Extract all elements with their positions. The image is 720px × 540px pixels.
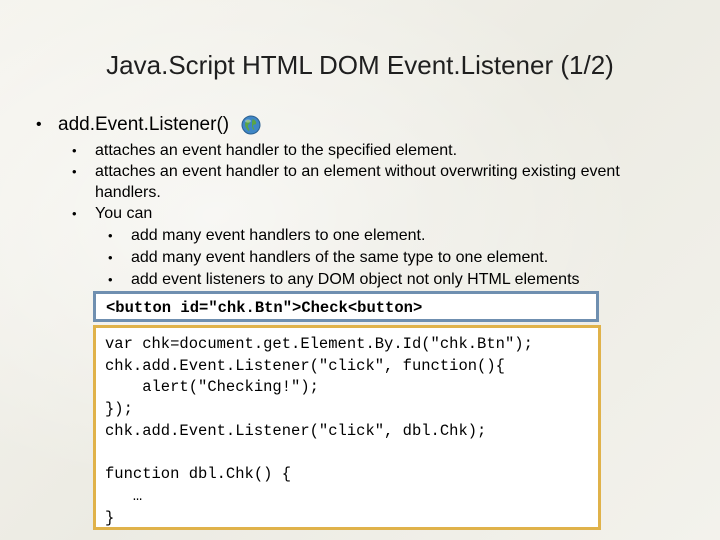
- main-bullet: • add.Event.Listener(): [36, 114, 261, 136]
- code-box: var chk=document.get.Element.By.Id("chk.…: [93, 325, 601, 530]
- bullet-marker: •: [72, 164, 77, 179]
- bullet-marker: •: [72, 143, 77, 158]
- code-line: function dbl.Chk() {: [105, 465, 292, 484]
- bullet-marker: •: [36, 116, 42, 133]
- sub-sub-point-text: add event listeners to any DOM object no…: [131, 271, 580, 288]
- sub-sub-point-text: add many event handlers of the same type…: [131, 249, 549, 266]
- bullet-marker: •: [108, 228, 113, 243]
- code-line: alert("Checking!");: [105, 378, 319, 397]
- code-line: }: [105, 508, 115, 527]
- bullet-marker: •: [108, 250, 113, 265]
- code-line: var chk=document.get.Element.By.Id("chk.…: [105, 335, 533, 353]
- slide-title: Java.Script HTML DOM Event.Listener (1/2…: [106, 50, 614, 80]
- main-point-text: add.Event.Listener(): [58, 114, 230, 135]
- globe-icon: [241, 115, 261, 135]
- code-line: });: [105, 400, 133, 419]
- sub-point-text: attaches an event handler to the specifi…: [95, 142, 458, 159]
- button-code-box: <button id="chk.Btn">Check<button>: [93, 291, 599, 322]
- bullet-marker: •: [108, 272, 113, 287]
- code-line: chk.add.Event.Listener("click", dbl.Chk)…: [105, 421, 487, 440]
- slide-background: Java.Script HTML DOM Event.Listener (1/2…: [0, 0, 720, 540]
- code-line: chk.add.Event.Listener("click", function…: [105, 356, 505, 375]
- bullet-marker: •: [72, 206, 77, 221]
- sub-point-text: handlers.: [95, 184, 161, 201]
- code-line: …: [105, 486, 143, 505]
- sub-point-text: You can: [95, 205, 153, 222]
- sub-sub-point-text: add many event handlers to one element.: [131, 227, 426, 244]
- sub-point-text: attaches an event handler to an element …: [95, 163, 620, 180]
